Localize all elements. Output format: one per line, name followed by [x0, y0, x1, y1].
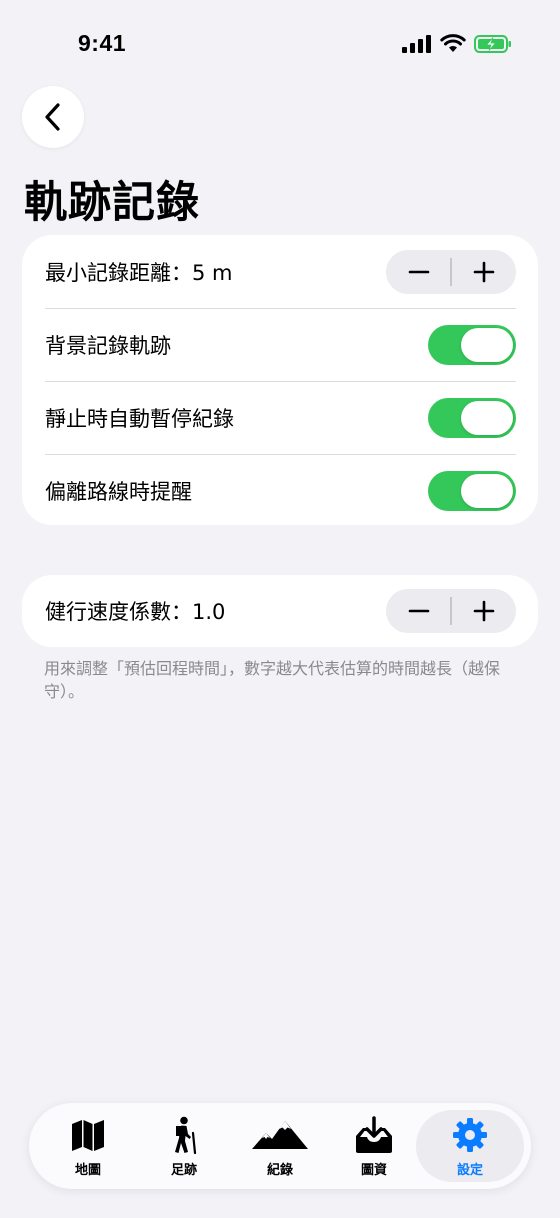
- plus-icon: [473, 600, 494, 622]
- tracking-settings-card: 最小記錄距離：5 m 背景記錄軌跡 靜止時自動暫停紀錄 偏離路線時提醒: [22, 235, 538, 525]
- map-icon: [72, 1120, 104, 1151]
- status-bar: 9:41: [0, 0, 560, 90]
- battery-charging-icon: [474, 35, 511, 53]
- speed-factor-label: 健行速度係數：1.0: [45, 600, 226, 624]
- auto-pause-label: 靜止時自動暫停紀錄: [45, 407, 234, 431]
- tab-label: 設定: [456, 1163, 483, 1178]
- chevron-left-icon: [45, 103, 60, 131]
- background-tracking-label: 背景記錄軌跡: [45, 334, 171, 358]
- min-distance-row: 最小記錄距離：5 m: [45, 235, 516, 308]
- tab-label: 紀錄: [266, 1163, 293, 1178]
- auto-pause-toggle[interactable]: [428, 398, 516, 438]
- minus-icon: [408, 270, 429, 273]
- back-button[interactable]: [22, 86, 84, 148]
- tab-label: 足跡: [170, 1163, 197, 1178]
- minus-icon: [408, 609, 429, 613]
- background-tracking-toggle[interactable]: [428, 325, 516, 365]
- speed-factor-stepper: [386, 589, 516, 633]
- status-time: 9:41: [78, 30, 127, 56]
- stepper-divider: [450, 597, 452, 625]
- toggle-knob: [461, 474, 513, 508]
- tab-map[interactable]: 地圖: [41, 1110, 135, 1182]
- off-route-alert-toggle[interactable]: [428, 471, 516, 511]
- auto-pause-row: 靜止時自動暫停紀錄: [45, 381, 516, 454]
- tab-settings[interactable]: 設定: [416, 1110, 524, 1182]
- mountains-icon: [252, 1121, 308, 1149]
- off-route-alert-row: 偏離路線時提醒: [45, 454, 516, 527]
- speed-factor-row: 健行速度係數：1.0: [45, 575, 516, 647]
- tab-label: 圖資: [360, 1163, 387, 1178]
- tab-map-data[interactable]: 圖資: [327, 1110, 421, 1182]
- page-title: 軌跡記錄: [24, 178, 200, 228]
- min-distance-label: 最小記錄距離：5 m: [45, 260, 233, 285]
- toggle-knob: [461, 328, 513, 362]
- plus-icon: [473, 261, 494, 282]
- download-tray-icon: [356, 1116, 392, 1153]
- tab-label: 地圖: [74, 1163, 101, 1178]
- stepper-divider: [450, 257, 452, 286]
- min-distance-stepper: [386, 249, 516, 294]
- gear-icon: [453, 1118, 487, 1152]
- decrement-button[interactable]: [386, 250, 451, 294]
- increment-button[interactable]: [451, 589, 516, 633]
- cellular-signal-icon: [402, 35, 431, 53]
- tab-footprints[interactable]: 足跡: [137, 1110, 231, 1182]
- increment-button[interactable]: [451, 250, 516, 294]
- background-tracking-row: 背景記錄軌跡: [45, 308, 516, 381]
- tab-bar: 地圖 足跡 紀錄 圖資 設定: [29, 1103, 531, 1189]
- speed-factor-card: 健行速度係數：1.0: [22, 575, 538, 647]
- hiker-icon: [175, 1116, 197, 1154]
- toggle-knob: [461, 401, 513, 435]
- status-icons: [402, 34, 512, 54]
- decrement-button[interactable]: [386, 589, 451, 633]
- tab-records[interactable]: 紀錄: [233, 1110, 327, 1182]
- off-route-alert-label: 偏離路線時提醒: [45, 480, 192, 504]
- speed-factor-footnote: 用來調整「預估回程時間」，數字越大代表估算的時間越長（越保守）。: [44, 659, 501, 701]
- wifi-icon: [440, 34, 466, 52]
